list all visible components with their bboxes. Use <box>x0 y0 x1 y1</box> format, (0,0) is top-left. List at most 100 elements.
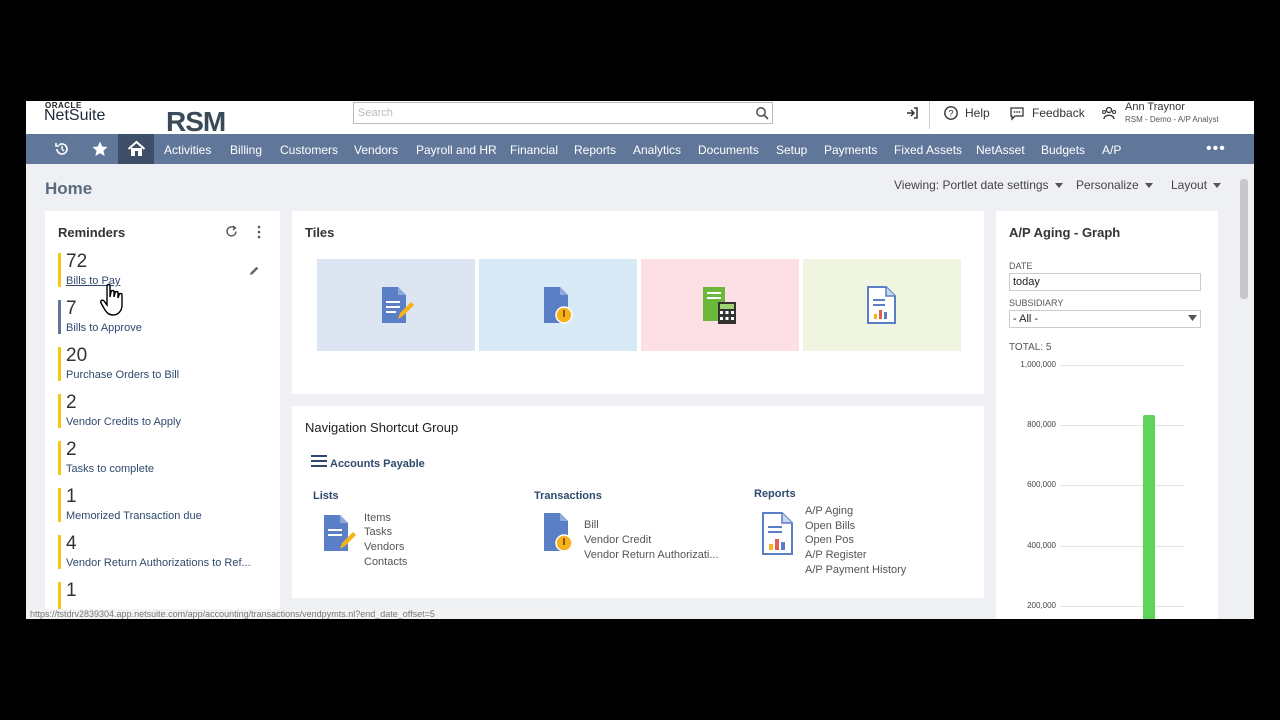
reminder-count: 2 <box>66 439 77 460</box>
nav-netasset[interactable]: NetAsset <box>976 143 1025 157</box>
global-search-input[interactable]: Search <box>353 102 773 124</box>
reminder-bar <box>58 300 61 334</box>
nav-activities[interactable]: Activities <box>164 143 211 157</box>
shortcut-contacts[interactable]: Contacts <box>364 556 407 568</box>
nav-vendors[interactable]: Vendors <box>354 143 398 157</box>
status-url: https://tstdrv2839304.app.netsuite.com/a… <box>26 609 560 619</box>
shortcut-vendors[interactable]: Vendors <box>364 541 404 553</box>
nav-billing[interactable]: Billing <box>230 143 262 157</box>
svg-text:?: ? <box>948 109 953 119</box>
nav-analytics[interactable]: Analytics <box>633 143 681 157</box>
reminder-label[interactable]: Purchase Orders to Bill <box>66 369 179 381</box>
layout-label: Layout <box>1171 178 1208 192</box>
help-link[interactable]: Help <box>965 106 990 120</box>
nav-budgets[interactable]: Budgets <box>1041 143 1085 157</box>
reminder-label[interactable]: Vendor Credits to Apply <box>66 416 181 428</box>
reminder-bar <box>58 441 61 475</box>
hamburger-menu-icon[interactable] <box>311 455 327 468</box>
nav-shortcut-title: Navigation Shortcut Group <box>305 420 459 435</box>
netsuite-window: ORACLE NetSuite RSM Search ? Help Feedba… <box>26 101 1254 619</box>
shortcut-ap-aging[interactable]: A/P Aging <box>805 505 853 517</box>
reminders-title: Reminders <box>58 225 126 240</box>
shortcut-bill[interactable]: Bill <box>584 519 599 531</box>
chevron-down-icon <box>1213 183 1222 189</box>
nav-reports[interactable]: Reports <box>574 143 616 157</box>
tile-document[interactable] <box>317 259 475 351</box>
nav-ap[interactable]: A/P <box>1102 143 1121 157</box>
reminder-bar <box>58 488 61 522</box>
home-icon <box>127 140 145 156</box>
history-icon <box>55 143 68 155</box>
bill-coin-icon <box>544 287 573 324</box>
nav-home[interactable] <box>118 134 154 164</box>
refresh-icon[interactable] <box>225 225 238 238</box>
gridline <box>1060 365 1184 366</box>
shortcut-tasks[interactable]: Tasks <box>364 526 392 538</box>
layout-dropdown[interactable]: Layout <box>1171 178 1222 192</box>
shortcut-vendor-return[interactable]: Vendor Return Authorizati... <box>584 549 719 561</box>
nav-more-button[interactable]: ••• <box>1206 140 1226 158</box>
page-scrollbar[interactable] <box>1238 171 1250 619</box>
y-tick-label: 600,000 <box>1027 480 1056 490</box>
nav-payroll-hr[interactable]: Payroll and HR <box>416 143 497 157</box>
reminder-bar <box>58 394 61 428</box>
feedback-link[interactable]: Feedback <box>1032 106 1085 120</box>
reminder-count: 20 <box>66 345 88 366</box>
gridline <box>1060 545 1184 547</box>
transactions-bill-icon <box>544 513 573 552</box>
reminder-label[interactable]: Bills to Approve <box>66 322 142 334</box>
y-tick-label: 200,000 <box>1027 600 1056 610</box>
roles-icon[interactable] <box>1101 105 1117 121</box>
shortcut-ap-payment-history[interactable]: A/P Payment History <box>805 564 906 576</box>
viewing-dropdown[interactable]: Viewing: Portlet date settings <box>894 178 1063 192</box>
scrollbar-thumb[interactable] <box>1240 179 1248 299</box>
edit-pencil-icon[interactable] <box>248 265 260 277</box>
personalize-dropdown[interactable]: Personalize <box>1076 178 1153 192</box>
nav-payments[interactable]: Payments <box>824 143 877 157</box>
nav-customers[interactable]: Customers <box>280 143 338 157</box>
recent-records-icon[interactable] <box>904 105 920 121</box>
chart-bar[interactable] <box>1143 414 1155 619</box>
shortcut-open-pos[interactable]: Open Pos <box>805 534 854 546</box>
shortcut-items[interactable]: Items <box>364 512 391 524</box>
reminder-count: 7 <box>66 298 77 319</box>
report-chart-icon <box>867 286 896 324</box>
reminder-label[interactable]: Memorized Transaction due <box>66 510 202 522</box>
gridline <box>1060 425 1184 427</box>
tile-report[interactable] <box>803 259 961 351</box>
netsuite-logo[interactable]: NetSuite <box>44 107 105 125</box>
feedback-icon[interactable] <box>1009 105 1025 121</box>
ap-aging-portlet: A/P Aging - Graph DATE today SUBSIDIARY … <box>996 211 1218 619</box>
reminder-label[interactable]: Tasks to complete <box>66 463 154 475</box>
nav-fixed-assets[interactable]: Fixed Assets <box>894 143 962 157</box>
chevron-down-icon <box>1054 183 1063 189</box>
reminder-label[interactable]: Vendor Return Authorizations to Ref... <box>66 557 251 569</box>
tile-calculator[interactable] <box>641 259 799 351</box>
reminder-count: 72 <box>66 251 88 272</box>
shortcut-open-bills[interactable]: Open Bills <box>805 520 855 532</box>
reminders-portlet: Reminders 72 Bills to Pay 7 Bills to Appro… <box>45 211 280 616</box>
nav-setup[interactable]: Setup <box>776 143 807 157</box>
portlet-menu-icon[interactable] <box>255 225 263 239</box>
ap-aging-chart: 1,000,000 800,000 600,000 400,000 200,000 <box>996 211 1218 619</box>
reminder-bar <box>58 253 61 287</box>
shortcut-vendor-credit[interactable]: Vendor Credit <box>584 534 651 546</box>
tile-bill[interactable] <box>479 259 637 351</box>
user-name[interactable]: Ann Traynor <box>1125 101 1185 113</box>
nav-financial[interactable]: Financial <box>510 143 558 157</box>
nav-documents[interactable]: Documents <box>698 143 759 157</box>
reminder-count: 1 <box>66 580 77 601</box>
y-tick-label: 800,000 <box>1027 420 1056 430</box>
reminder-bar <box>58 535 61 569</box>
calculator-sheet-icon <box>703 287 736 324</box>
nav-recent[interactable] <box>44 134 80 164</box>
lists-document-icon <box>324 515 356 551</box>
top-header: ORACLE NetSuite RSM Search ? Help Feedba… <box>26 101 1254 137</box>
search-icon[interactable] <box>755 106 769 120</box>
y-tick-label: 1,000,000 <box>1020 360 1056 369</box>
header-divider <box>929 101 930 129</box>
shortcut-ap-register[interactable]: A/P Register <box>805 549 867 561</box>
nav-favorites[interactable] <box>82 134 118 164</box>
accounts-payable-header[interactable]: Accounts Payable <box>330 458 425 470</box>
help-icon[interactable]: ? <box>943 105 959 121</box>
